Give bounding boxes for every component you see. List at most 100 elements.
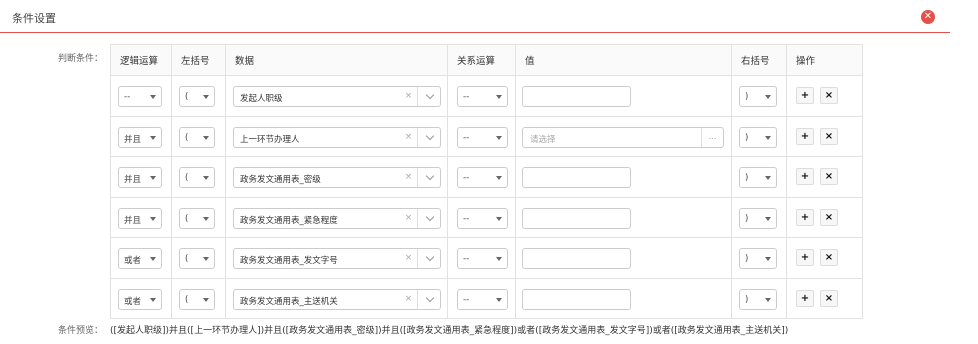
rparen-value: ) <box>745 92 749 102</box>
relation-cell: -- <box>447 196 516 238</box>
actions-cell: + × <box>786 75 863 117</box>
data-select[interactable]: 政务发文通用表_发文字号 × <box>233 248 441 269</box>
chevron-down-icon[interactable] <box>425 293 435 302</box>
relation-select[interactable]: -- <box>457 86 508 107</box>
value-input[interactable] <box>522 167 631 188</box>
chevron-down-icon[interactable] <box>425 171 435 181</box>
lparen-select[interactable]: ( <box>179 248 215 269</box>
caret-down-icon <box>203 216 209 221</box>
logic-select[interactable]: 并且 <box>118 207 162 229</box>
caret-down-icon <box>150 95 156 99</box>
remove-row-button[interactable]: × <box>820 87 838 104</box>
lparen-select[interactable]: ( <box>179 167 215 188</box>
col-value: 值 <box>515 44 732 76</box>
actions-cell: + × <box>786 277 863 319</box>
caret-down-icon <box>496 135 502 140</box>
logic-select[interactable]: -- <box>118 86 162 107</box>
data-cell: 上一环节办理人 × <box>225 115 448 157</box>
relation-value: -- <box>463 132 470 143</box>
add-row-button[interactable]: + <box>796 168 814 185</box>
caret-down-icon <box>496 176 502 180</box>
value-cell <box>515 75 732 117</box>
remove-row-button[interactable]: × <box>820 289 838 307</box>
col-rparen: 右括号 <box>731 44 787 76</box>
relation-value: -- <box>463 92 470 102</box>
lparen-select[interactable]: ( <box>179 207 215 229</box>
logic-select[interactable]: 或者 <box>118 248 162 269</box>
value-input[interactable] <box>522 288 631 310</box>
data-select[interactable]: 政务发文通用表_紧急程度 × <box>233 207 441 229</box>
rparen-select[interactable]: ) <box>739 288 777 310</box>
logic-cell: 并且 <box>110 115 172 157</box>
chevron-down-icon[interactable] <box>425 252 435 262</box>
logic-select[interactable]: 并且 <box>118 126 162 148</box>
rparen-value: ) <box>745 213 749 224</box>
add-row-button[interactable]: + <box>796 127 814 145</box>
data-select[interactable]: 发起人职级 × <box>233 86 441 107</box>
caret-down-icon <box>496 257 502 261</box>
clear-icon[interactable]: × <box>400 289 418 309</box>
lparen-select[interactable]: ( <box>179 288 215 310</box>
lparen-select[interactable]: ( <box>179 86 215 107</box>
close-icon[interactable]: ✕ <box>921 10 935 24</box>
value-input[interactable] <box>522 207 631 229</box>
value-cell <box>515 156 732 198</box>
remove-row-button[interactable]: × <box>820 249 838 266</box>
data-cell: 政务发文通用表_紧急程度 × <box>225 196 448 238</box>
col-relation: 关系运算 <box>447 44 516 76</box>
lparen-value: ( <box>185 294 189 305</box>
relation-select[interactable]: -- <box>457 288 508 310</box>
relation-select[interactable]: -- <box>457 207 508 229</box>
clear-icon[interactable]: × <box>400 249 418 268</box>
rparen-select[interactable]: ) <box>739 126 777 148</box>
clear-icon[interactable]: × <box>400 87 418 106</box>
rparen-select[interactable]: ) <box>739 167 777 188</box>
relation-select[interactable]: -- <box>457 248 508 269</box>
data-select[interactable]: 政务发文通用表_密级 × <box>233 167 441 188</box>
value-input[interactable] <box>522 86 631 107</box>
rparen-cell: ) <box>731 277 787 319</box>
lparen-select[interactable]: ( <box>179 126 215 148</box>
logic-cell: 并且 <box>110 156 172 198</box>
logic-cell: 或者 <box>110 237 172 279</box>
col-actions: 操作 <box>786 44 863 76</box>
logic-select[interactable]: 并且 <box>118 167 162 188</box>
value-cell: 请选择 ... <box>515 115 732 157</box>
table-row: 或者 ( 政务发文通用表_主送机关 × --) + × <box>110 277 863 319</box>
data-select[interactable]: 政务发文通用表_主送机关 × <box>233 288 441 310</box>
clear-icon[interactable]: × <box>400 168 418 187</box>
dialog-title: 条件设置 <box>12 12 56 25</box>
clear-icon[interactable]: × <box>400 208 418 228</box>
relation-cell: -- <box>447 75 516 117</box>
rparen-value: ) <box>745 294 749 305</box>
more-icon[interactable]: ... <box>701 127 723 147</box>
rparen-select[interactable]: ) <box>739 207 777 229</box>
clear-icon[interactable]: × <box>400 127 418 147</box>
logic-select[interactable]: 或者 <box>118 288 162 310</box>
col-data: 数据 <box>225 44 448 76</box>
remove-row-button[interactable]: × <box>820 208 838 226</box>
relation-select[interactable]: -- <box>457 167 508 188</box>
add-row-button[interactable]: + <box>796 289 814 307</box>
chevron-down-icon[interactable] <box>425 212 435 221</box>
value-picker[interactable]: 请选择 ... <box>522 126 724 148</box>
condition-label: 判断条件： <box>58 54 104 64</box>
rparen-value: ) <box>745 254 749 264</box>
caret-down-icon <box>203 95 209 99</box>
lparen-cell: ( <box>171 156 226 198</box>
table-row: 并且 ( 政务发文通用表_密级 × -- ) + × <box>110 156 863 198</box>
add-row-button[interactable]: + <box>796 249 814 266</box>
add-row-button[interactable]: + <box>796 87 814 104</box>
rparen-select[interactable]: ) <box>739 86 777 107</box>
data-cell: 政务发文通用表_密级 × <box>225 156 448 198</box>
value-input[interactable] <box>522 248 631 269</box>
remove-row-button[interactable]: × <box>820 127 838 145</box>
chevron-down-icon[interactable] <box>425 90 435 100</box>
chevron-down-icon[interactable] <box>425 131 435 140</box>
data-select[interactable]: 上一环节办理人 × <box>233 126 441 148</box>
add-row-button[interactable]: + <box>796 208 814 226</box>
relation-select[interactable]: -- <box>457 126 508 148</box>
rparen-select[interactable]: ) <box>739 248 777 269</box>
relation-value: -- <box>463 213 470 224</box>
remove-row-button[interactable]: × <box>820 168 838 185</box>
